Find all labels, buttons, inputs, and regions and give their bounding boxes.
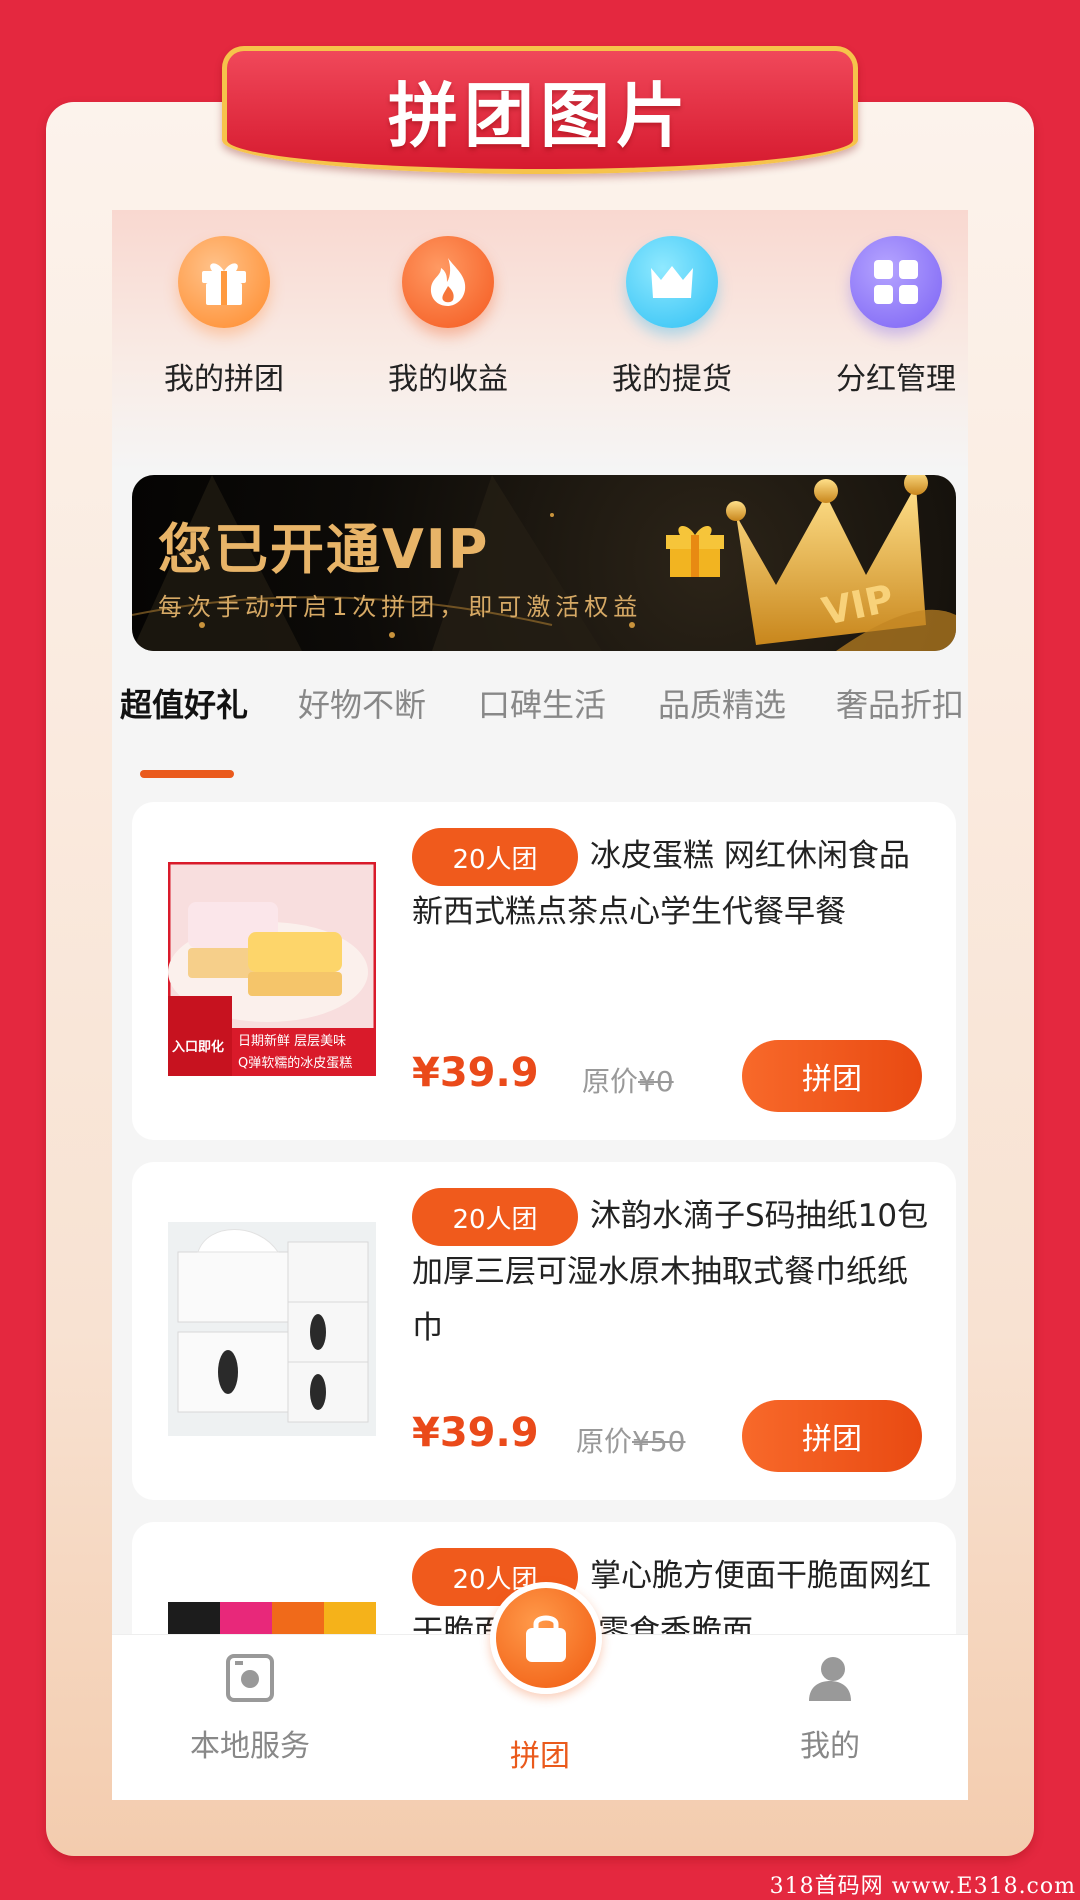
product-price: ¥39.9	[412, 1050, 539, 1096]
product-image-text: 入口即化	[172, 1040, 225, 1055]
tab-quality-picks[interactable]: 品质精选	[658, 680, 786, 726]
center-group-buy-button[interactable]	[490, 1582, 602, 1694]
tab-good-things[interactable]: 好物不断	[298, 680, 426, 726]
original-price-label: 原价	[576, 1425, 633, 1458]
quick-action-my-pickup[interactable]: 我的提货	[572, 236, 772, 398]
local-service-icon	[226, 1654, 274, 1702]
crown-icon	[626, 236, 718, 328]
nav-label: 本地服务	[190, 1729, 310, 1764]
vip-banner[interactable]: 您已开通VIP 每次手动开启1次拼团，即可激活权益 VIP	[132, 475, 956, 651]
quick-action-label: 分红管理	[836, 362, 956, 397]
vip-subtitle: 每次手动开启1次拼团，即可激活权益	[158, 593, 643, 621]
product-image-text: 日期新鲜 层层美味	[238, 1034, 347, 1049]
tab-super-value-gifts[interactable]: 超值好礼	[120, 680, 248, 726]
group-size-badge: 20人团	[412, 828, 578, 886]
quick-action-my-earnings[interactable]: 我的收益	[348, 236, 548, 398]
original-price: 原价¥50	[576, 1420, 685, 1460]
original-price-label: 原价	[582, 1065, 639, 1098]
grid-icon	[850, 236, 942, 328]
product-card[interactable]: 日期新鲜 层层美味 Q弹软糯的冰皮蛋糕 入口即化 冰皮蛋糕 网红休闲食品 新西式…	[132, 802, 956, 1140]
group-size-badge: 20人团	[412, 1188, 578, 1246]
vip-title: 您已开通VIP	[158, 518, 490, 581]
product-price: ¥39.9	[412, 1410, 539, 1456]
quick-action-label: 我的收益	[388, 362, 508, 397]
product-image-tissue	[168, 1222, 376, 1436]
product-image-cake: 日期新鲜 层层美味 Q弹软糯的冰皮蛋糕 入口即化	[167, 861, 377, 1077]
nav-group-buy[interactable]: 拼团	[440, 1717, 640, 1775]
flame-icon	[402, 236, 494, 328]
product-card[interactable]: 沐韵水滴子S码抽纸10包 加厚三层可湿水原木抽取式餐巾纸纸巾 20人团 ¥39.…	[132, 1162, 956, 1500]
watermark: 318首码网 www.E318.com	[769, 1874, 1076, 1899]
shopping-bag-icon	[526, 1615, 566, 1662]
quick-action-dividend-management[interactable]: 分红管理	[796, 236, 968, 398]
tab-luxury-discount[interactable]: 奢品折扣	[836, 680, 964, 726]
title-ribbon: 拼团图片	[222, 46, 858, 174]
page-title: 拼团图片	[388, 74, 692, 157]
original-price-value: ¥0	[638, 1065, 674, 1098]
original-price-value: ¥50	[632, 1425, 686, 1458]
gift-icon	[178, 236, 270, 328]
tab-word-of-mouth[interactable]: 口碑生活	[478, 680, 606, 726]
active-tab-indicator	[140, 770, 234, 778]
phone-screen: 我的拼团 我的收益 我的提货 分红管理 您已开通VIP 每次手动开启1次拼团，即…	[112, 210, 968, 1800]
top-area: 我的拼团 我的收益 我的提货 分红管理	[112, 210, 968, 470]
nav-label: 拼团	[510, 1739, 570, 1774]
join-group-button[interactable]: 拼团	[742, 1400, 922, 1472]
nav-local-service[interactable]: 本地服务	[150, 1653, 350, 1765]
nav-label: 我的	[800, 1729, 860, 1764]
quick-action-label: 我的提货	[612, 362, 732, 397]
category-tabs: 超值好礼 好物不断 口碑生活 品质精选 奢品折扣	[112, 680, 968, 770]
join-group-button[interactable]: 拼团	[742, 1040, 922, 1112]
quick-action-my-group[interactable]: 我的拼团	[124, 236, 324, 398]
quick-action-label: 我的拼团	[164, 362, 284, 397]
product-image-text: Q弹软糯的冰皮蛋糕	[238, 1056, 353, 1071]
original-price: 原价¥0	[582, 1060, 674, 1100]
nav-mine[interactable]: 我的	[730, 1653, 930, 1765]
user-icon	[809, 1657, 851, 1701]
